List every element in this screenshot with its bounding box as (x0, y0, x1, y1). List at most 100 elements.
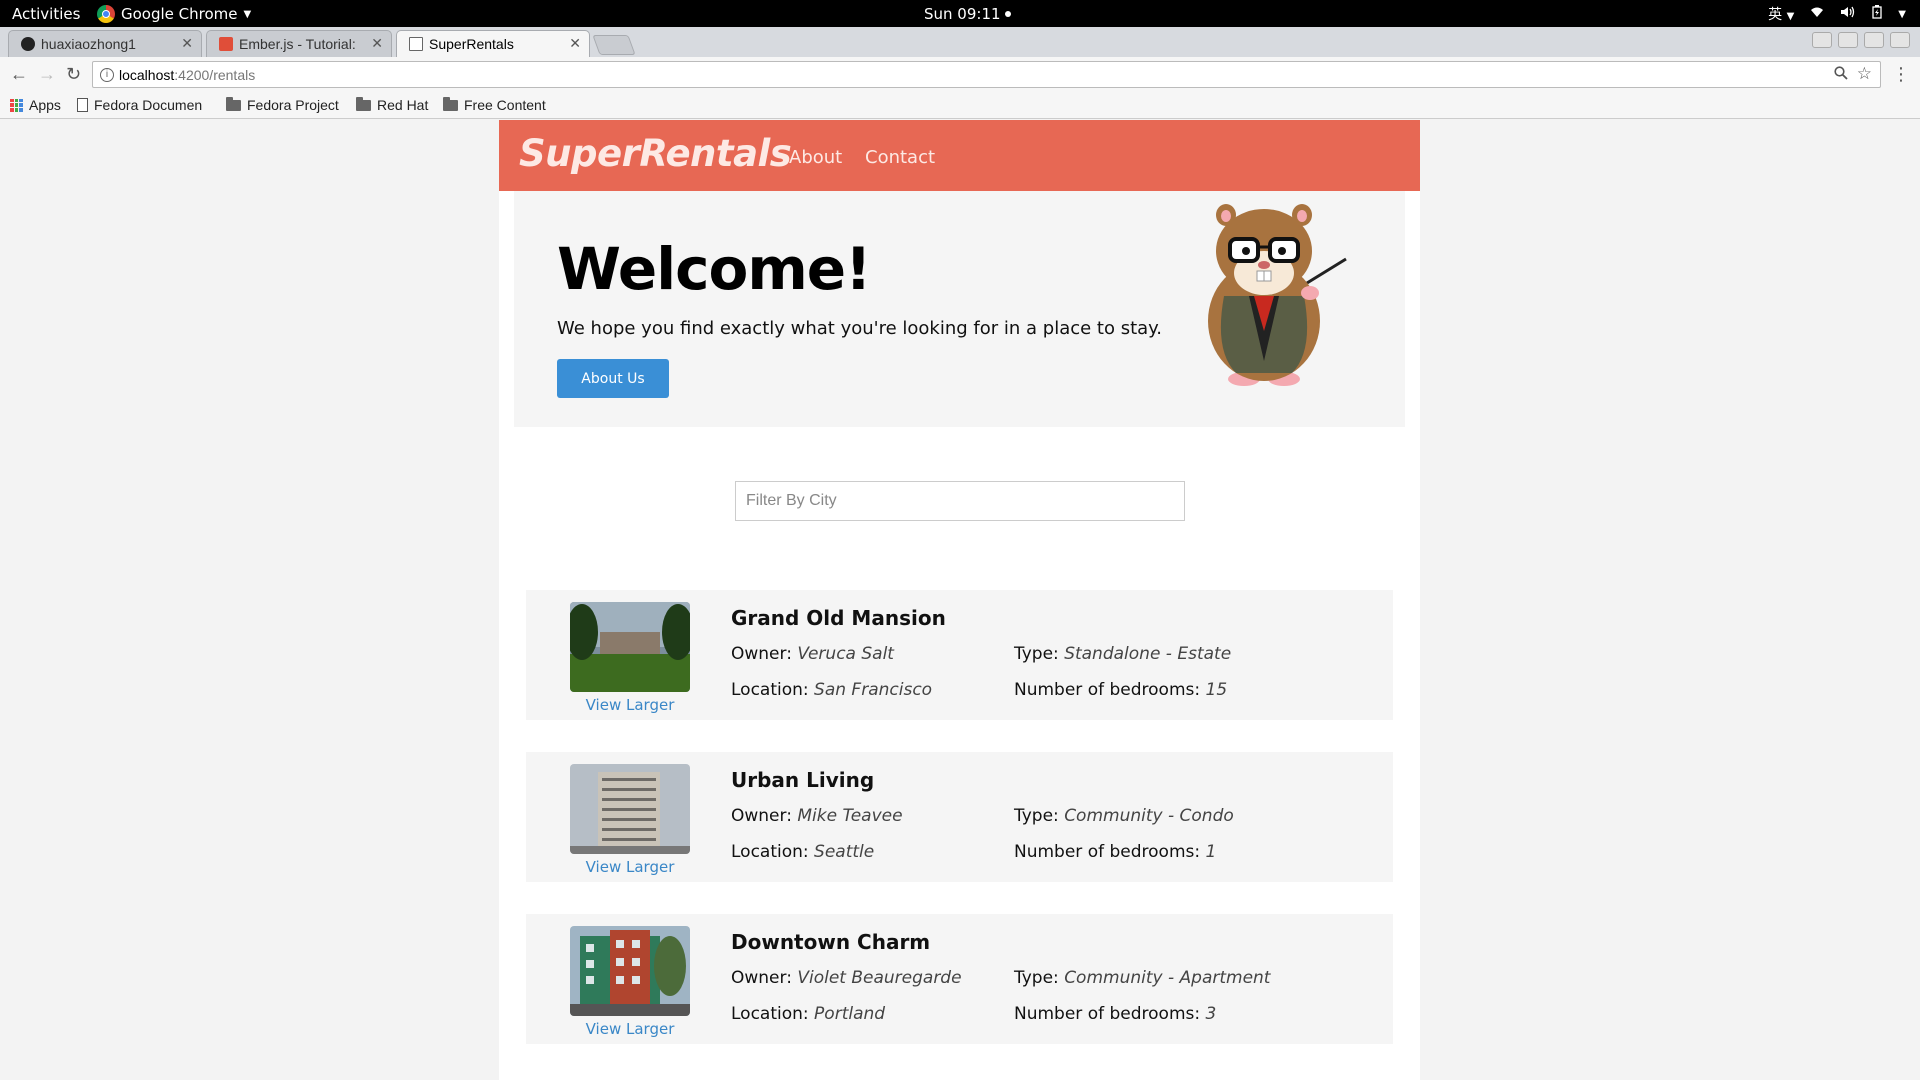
owner-field: Owner: Veruca Salt (731, 644, 894, 664)
bookmark-apps[interactable]: Apps (10, 97, 61, 113)
nav-contact-link[interactable]: Contact (865, 147, 935, 168)
search-icon[interactable] (1834, 66, 1848, 84)
type-value: Community - Condo (1064, 806, 1234, 826)
bookmark-fedora-project[interactable]: Fedora Project (226, 96, 339, 113)
clock[interactable]: Sun 09:11 (924, 5, 1011, 23)
bookmark-label: Fedora Project (247, 97, 339, 113)
location-field: Location: Portland (731, 1004, 885, 1024)
type-field: Type: Standalone - Estate (1014, 644, 1231, 664)
close-icon[interactable]: ✕ (569, 35, 581, 52)
bookmark-red-hat[interactable]: Red Hat (356, 96, 429, 113)
tab-github[interactable]: huaxiaozhong1 ✕ (8, 30, 202, 57)
caret-down-icon: ▼ (1786, 11, 1795, 22)
bookmarks-bar: Apps Fedora Documen Fedora Project Red H… (0, 92, 1920, 119)
location-label: Location: (731, 680, 809, 700)
address-bar[interactable]: i localhost:4200/rentals ☆ (92, 61, 1881, 88)
type-label: Type: (1014, 644, 1059, 664)
about-us-button[interactable]: About Us (557, 359, 669, 398)
activities-button[interactable]: Activities (12, 5, 80, 23)
welcome-jumbotron: Welcome! We hope you find exactly what y… (514, 191, 1405, 427)
filter-by-city-input[interactable] (735, 481, 1185, 521)
bedrooms-field: Number of bedrooms: 3 (1014, 1004, 1216, 1024)
github-icon (21, 37, 35, 51)
info-icon[interactable]: i (100, 68, 114, 82)
app-menu[interactable]: Google Chrome ▼ (97, 5, 251, 23)
owner-value: Mike Teavee (797, 806, 903, 826)
nav-about-link[interactable]: About (789, 147, 842, 168)
bookmark-label: Fedora Documen (94, 97, 203, 113)
owner-field: Owner: Violet Beauregarde (731, 968, 962, 988)
rental-title: Downtown Charm (731, 930, 931, 954)
rental-listing: View Larger Grand Old Mansion Owner: Ver… (526, 590, 1393, 720)
welcome-title: Welcome! (557, 235, 872, 303)
brand-logo[interactable]: SuperRentals (519, 132, 792, 175)
tomster-mascot-icon (1208, 204, 1347, 386)
apps-grid-icon (10, 98, 23, 112)
maximize-icon[interactable] (1864, 32, 1884, 48)
owner-label: Owner: (731, 968, 792, 988)
url-host: localhost (119, 67, 175, 83)
type-field: Type: Community - Condo (1014, 806, 1234, 826)
view-larger-link[interactable]: View Larger (570, 1020, 690, 1038)
url-path: :4200/rentals (174, 67, 256, 83)
volume-icon (1840, 6, 1856, 22)
clock-text: Sun 09:11 (924, 5, 1001, 23)
view-larger-link[interactable]: View Larger (570, 696, 690, 714)
user-profile-icon[interactable] (1812, 32, 1832, 48)
tab-ember-tutorial[interactable]: Ember.js - Tutorial: ✕ (206, 30, 392, 57)
close-icon[interactable]: ✕ (181, 35, 193, 52)
bedrooms-value: 15 (1205, 680, 1228, 700)
app-name: Google Chrome (121, 5, 238, 23)
ember-icon (219, 37, 233, 51)
bedrooms-label: Number of bedrooms: (1014, 680, 1201, 700)
window-controls (1812, 32, 1910, 48)
minimize-icon[interactable] (1838, 32, 1858, 48)
rental-image[interactable] (570, 764, 690, 854)
view-larger-link[interactable]: View Larger (570, 858, 690, 876)
back-arrow-icon[interactable]: ← (10, 64, 28, 85)
close-window-icon[interactable] (1890, 32, 1910, 48)
owner-label: Owner: (731, 806, 792, 826)
folder-icon (356, 96, 371, 111)
forward-arrow-icon[interactable]: → (38, 64, 56, 85)
page-icon (77, 98, 88, 112)
type-label: Type: (1014, 806, 1059, 826)
bedrooms-label: Number of bedrooms: (1014, 842, 1201, 862)
tab-superrentals[interactable]: SuperRentals ✕ (396, 30, 590, 57)
notification-dot-icon (1004, 11, 1011, 17)
location-field: Location: San Francisco (731, 680, 932, 700)
rental-listing: View Larger Downtown Charm Owner: Violet… (526, 914, 1393, 1044)
bookmark-free-content[interactable]: Free Content (443, 96, 546, 113)
tab-strip: huaxiaozhong1 ✕ Ember.js - Tutorial: ✕ S… (0, 27, 1920, 57)
chrome-icon (97, 5, 115, 23)
location-value: Portland (814, 1004, 886, 1024)
folder-icon (443, 96, 458, 111)
bookmark-label: Red Hat (377, 97, 429, 113)
owner-label: Owner: (731, 644, 792, 664)
new-tab-button[interactable] (592, 35, 636, 55)
system-tray[interactable]: 英 ▼ ▼ (1768, 4, 1906, 24)
bookmark-fedora-docs[interactable]: Fedora Documen (77, 97, 212, 113)
bedrooms-label: Number of bedrooms: (1014, 1004, 1201, 1024)
system-top-bar: Activities Google Chrome ▼ Sun 09:11 英 ▼… (0, 0, 1920, 27)
rental-image[interactable] (570, 926, 690, 1016)
type-value: Standalone - Estate (1064, 644, 1232, 664)
rental-title: Urban Living (731, 768, 875, 792)
battery-icon (1872, 5, 1882, 23)
close-icon[interactable]: ✕ (371, 35, 383, 52)
bedrooms-field: Number of bedrooms: 15 (1014, 680, 1227, 700)
web-page: SuperRentals About Contact Welcome! We h… (0, 120, 1920, 1080)
star-icon[interactable]: ☆ (1857, 64, 1872, 84)
input-method-indicator[interactable]: 英 ▼ (1768, 4, 1794, 24)
rental-title: Grand Old Mansion (731, 606, 946, 630)
owner-value: Violet Beauregarde (797, 968, 962, 988)
rental-image[interactable] (570, 602, 690, 692)
tab-label: Ember.js - Tutorial: (239, 36, 356, 52)
caret-down-icon: ▼ (243, 8, 252, 20)
owner-value: Veruca Salt (797, 644, 894, 664)
location-field: Location: Seattle (731, 842, 874, 862)
caret-down-icon: ▼ (1898, 8, 1906, 20)
more-menu-icon[interactable]: ⋮ (1892, 64, 1910, 85)
tab-label: SuperRentals (429, 36, 514, 52)
reload-icon[interactable]: ↻ (66, 64, 81, 85)
